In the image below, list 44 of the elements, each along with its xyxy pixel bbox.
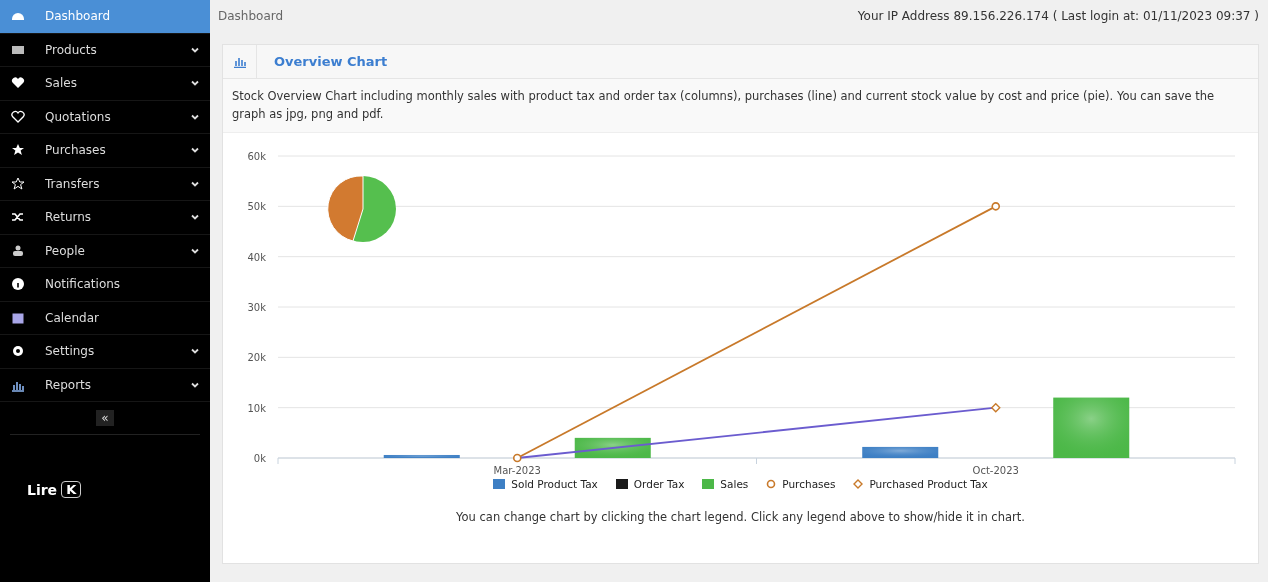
legend-item[interactable]: Sold Product Tax: [493, 478, 598, 490]
legend-swatch-icon: [493, 479, 506, 489]
y-tick-label: 30k: [247, 302, 266, 313]
y-tick-label: 60k: [247, 151, 266, 162]
x-tick-label: Oct-2023: [972, 465, 1019, 476]
x-tick-label: Mar-2023: [493, 465, 541, 476]
legend-item[interactable]: Order Tax: [615, 478, 685, 490]
menu-icon: [11, 109, 25, 124]
card-title: Overview Chart: [274, 54, 388, 69]
y-tick-label: 20k: [247, 352, 266, 364]
circle-marker-icon: [766, 479, 777, 489]
y-tick-label: 0k: [253, 453, 266, 464]
card-description: Stock Overview Chart including monthly sales with product tax and order tax (columns), purchases (line) and current stock value by cost and price (pie). You can save the graph as jpg, png and pdf.: [223, 79, 1258, 133]
diamond-marker: [990, 402, 1001, 413]
menu-icon: [11, 344, 25, 359]
circle-marker: [512, 453, 522, 463]
breadcrumb[interactable]: Dashboard: [218, 8, 284, 23]
legend-item[interactable]: Sales: [702, 478, 749, 490]
menu-icon: [11, 143, 25, 158]
legend-swatch-icon: [615, 479, 628, 489]
chart-note: You can change chart by clicking the chart legend. Click any legend above to show/hide it in chart.: [456, 510, 1025, 524]
menu-icon: [11, 277, 25, 292]
circle-marker: [991, 202, 1001, 211]
legend-item[interactable]: Purchases: [766, 478, 836, 490]
pie-drawing: [327, 175, 396, 242]
login-info: Your IP Address 89.156.226.174 ( Last login at: 01/11/2023 09:37 ): [857, 8, 1259, 23]
legend-swatch-icon: [702, 479, 715, 489]
player-hint: Lire: [27, 481, 58, 498]
menu-icon: [11, 243, 25, 258]
sidebar-item[interactable]: Calendar: [0, 301, 210, 335]
sidebar-item[interactable]: Notifications: [0, 268, 210, 302]
sidebar-item[interactable]: Settings: [0, 335, 210, 369]
legend-item[interactable]: Purchased Product Tax: [853, 478, 988, 490]
keyboard-key: K: [61, 481, 82, 498]
menu-icon: [11, 76, 25, 91]
bar-chart-icon: [232, 55, 247, 68]
y-tick-label: 40k: [247, 251, 266, 263]
y-tick-label: 10k: [247, 402, 266, 414]
diamond-marker-icon: [853, 479, 864, 489]
sidebar-item[interactable]: Sales: [0, 67, 210, 101]
y-tick-label: 50k: [247, 201, 266, 213]
collapse-button[interactable]: «: [96, 410, 114, 426]
menu-icon: [11, 176, 25, 191]
sidebar-item[interactable]: Products: [0, 33, 210, 67]
